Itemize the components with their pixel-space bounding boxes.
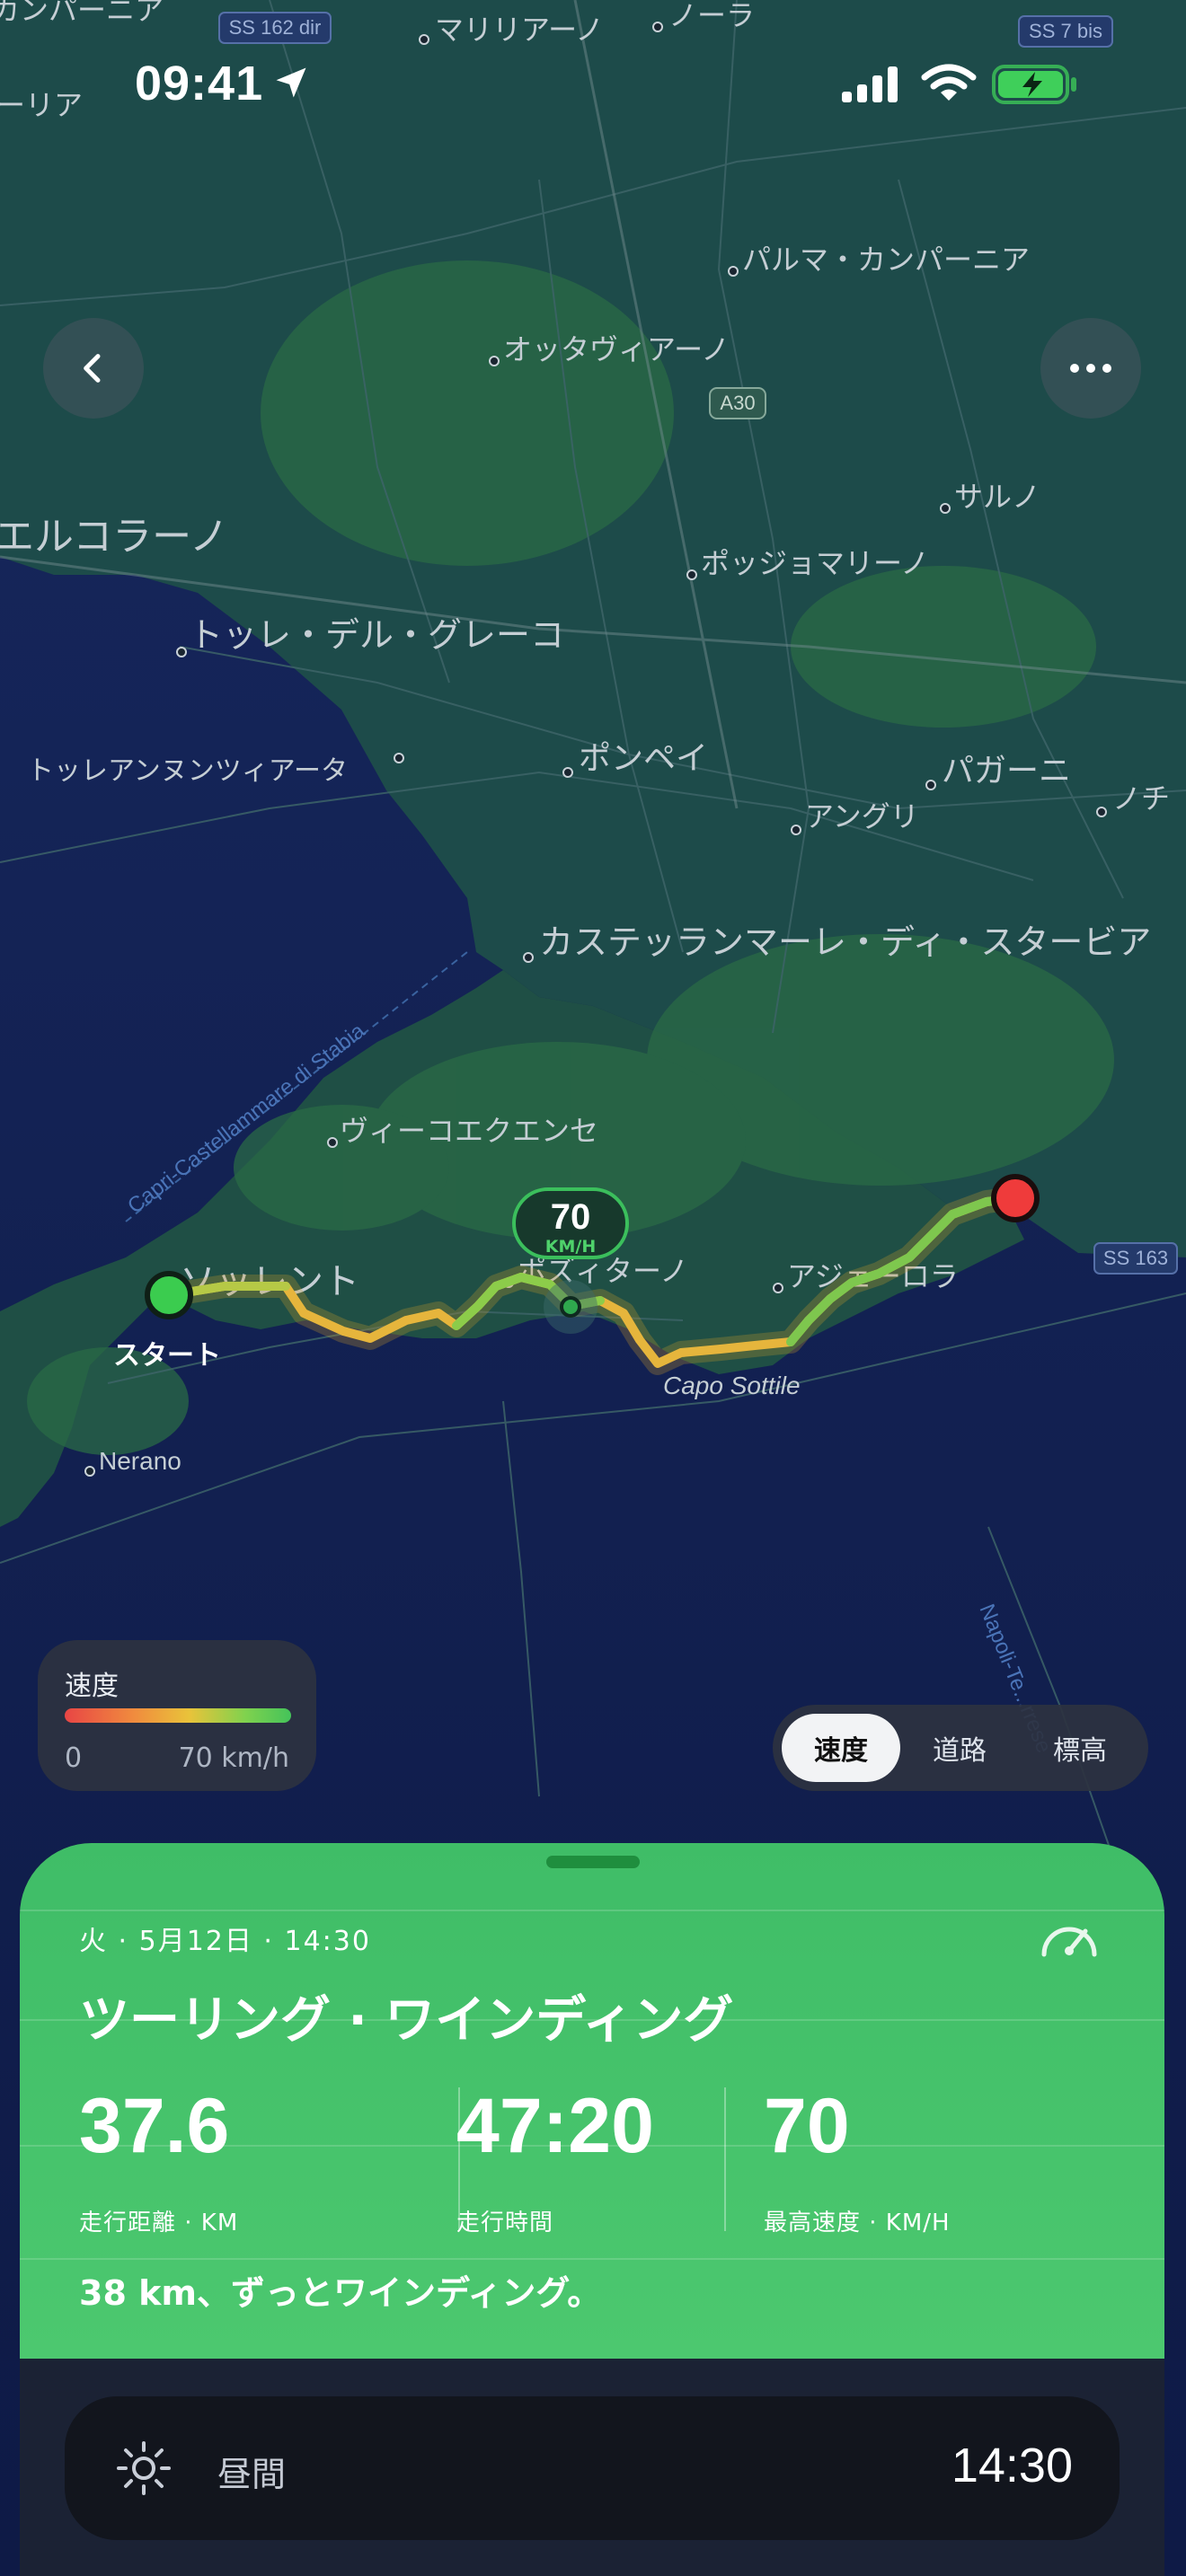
ride-description: 38 km、ずっとワインディング。 <box>79 2273 602 2313</box>
daylight-label: 昼間 <box>217 2455 287 2494</box>
speedometer-icon <box>1041 1927 1097 1957</box>
start-marker[interactable] <box>145 1271 193 1319</box>
map-label: ノチ <box>1112 781 1170 816</box>
stat-duration-label: 走行時間 <box>456 2210 554 2236</box>
segment-road[interactable]: 道路 <box>900 1714 1019 1782</box>
max-speed-unit: KM/H <box>544 1237 597 1257</box>
legend-min: 0 <box>65 1742 83 1774</box>
stat-duration-value: 47:20 <box>456 2083 654 2169</box>
stat-distance-value: 37.6 <box>79 2083 230 2169</box>
layer-segmented-control: 速度 道路 標高 <box>773 1705 1148 1791</box>
road-shield-ss163: SS 163 <box>1093 1242 1178 1275</box>
sun-icon <box>117 2441 171 2495</box>
map-label: パルマ・カンパーニア <box>742 243 1030 277</box>
map-label: ポッジョマリーノ <box>701 546 929 580</box>
wifi-icon <box>921 64 977 101</box>
ride-title: ツーリング · ワインディング <box>79 1991 734 2050</box>
stat-max-speed-value: 70 <box>764 2083 850 2169</box>
map-label: ポンペイ <box>579 740 708 777</box>
map-label: パガーニ <box>942 753 1071 790</box>
max-speed-bubble[interactable]: 70 KM/H <box>512 1187 629 1259</box>
stat-divider <box>724 2087 726 2231</box>
svg-text:SS 163: SS 163 <box>1103 1247 1168 1269</box>
card-texture-line <box>20 2258 1164 2260</box>
map-label: トッレアンヌンツィアータ <box>27 755 348 787</box>
sheet-grabber[interactable] <box>546 1856 640 1868</box>
max-speed-value: 70 <box>550 1197 591 1237</box>
map-label: サルノ <box>954 480 1040 514</box>
card-texture-line <box>20 1910 1164 1911</box>
map-label: カステッランマーレ・ディ・スタービア <box>539 922 1151 962</box>
position-marker <box>560 1296 581 1318</box>
end-marker[interactable] <box>991 1174 1040 1222</box>
speed-legend: 速度 0 70 km/h <box>38 1640 316 1791</box>
cellular-signal-icon <box>842 66 898 102</box>
legend-title: 速度 <box>65 1671 119 1702</box>
daylight-time: 14:30 <box>951 2439 1073 2492</box>
legend-max: 70 km/h <box>178 1742 289 1774</box>
chevron-left-icon <box>84 354 101 383</box>
map-label: ヴィーコエクエンセ <box>340 1114 598 1148</box>
map-label: Capo Sottile <box>663 1372 801 1399</box>
more-options-button[interactable] <box>1040 318 1141 419</box>
map-label: トッレ・デル・グレーコ <box>189 615 564 655</box>
status-time: 09:41 <box>135 57 264 110</box>
segment-speed[interactable]: 速度 <box>782 1714 900 1782</box>
battery-charging-icon <box>992 65 1076 104</box>
ride-summary-card[interactable]: 火 · 5月12日 · 14:30 ツーリング · ワインディング 37.6 走… <box>20 1843 1164 2359</box>
map-label: アングリ <box>805 799 919 834</box>
map-label: オッタヴィアーノ <box>503 332 730 366</box>
road-shield-a30: A30 <box>709 387 766 419</box>
ellipsis-icon <box>1070 364 1111 373</box>
stat-max-speed-label: 最高速度 · KM/H <box>764 2210 951 2236</box>
location-arrow-icon <box>276 67 306 98</box>
back-button[interactable] <box>43 318 144 419</box>
ride-bottom-sheet[interactable]: 火 · 5月12日 · 14:30 ツーリング · ワインディング 37.6 走… <box>20 1843 1164 2576</box>
start-label: スタート <box>113 1340 221 1372</box>
status-bar: 09:41 <box>0 0 1186 171</box>
legend-gradient-bar <box>65 1708 291 1723</box>
daylight-row[interactable]: 昼間 14:30 <box>65 2396 1120 2540</box>
map-label: Nerano <box>99 1447 181 1475</box>
segment-elevation[interactable]: 標高 <box>1021 1714 1139 1782</box>
svg-text:A30: A30 <box>720 392 755 414</box>
stat-distance-label: 走行距離 · KM <box>79 2210 239 2236</box>
map-label: エルコラーノ <box>0 514 228 560</box>
ride-date: 火 · 5月12日 · 14:30 <box>79 1926 371 1957</box>
